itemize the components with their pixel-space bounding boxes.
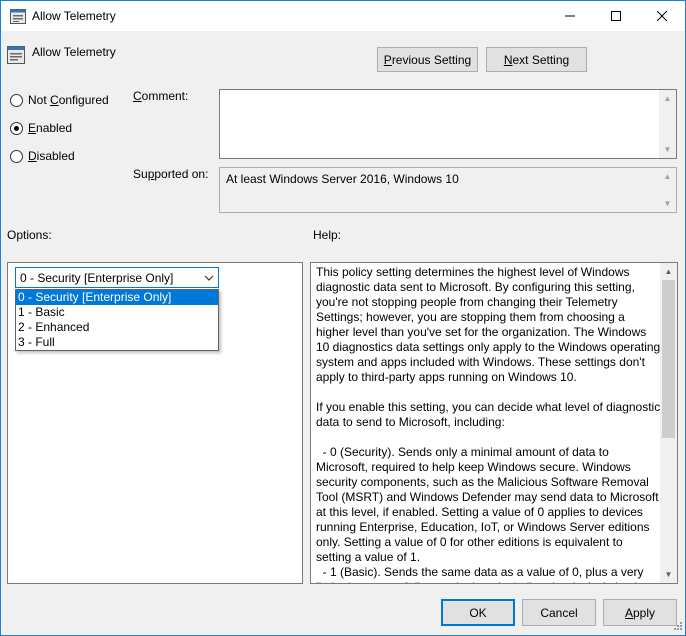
comment-label: Comment:: [133, 89, 189, 103]
title-bar: Allow Telemetry: [1, 1, 685, 31]
help-scrollbar[interactable]: ▲ ▼: [660, 263, 677, 583]
radio-enabled[interactable]: Enabled: [10, 121, 72, 135]
help-label: Help:: [313, 228, 342, 242]
help-panel: This policy setting determines the highe…: [310, 262, 678, 584]
dropdown-option[interactable]: 3 - Full: [16, 335, 218, 350]
setting-title: Allow Telemetry: [32, 45, 116, 59]
telemetry-level-value: 0 - Security [Enterprise Only]: [20, 270, 174, 285]
next-setting-button[interactable]: Next Setting: [486, 47, 587, 72]
options-label: Options:: [7, 228, 52, 242]
scroll-up-icon[interactable]: ▲: [659, 168, 676, 185]
radio-circle[interactable]: [10, 149, 23, 163]
scroll-down-icon[interactable]: ▼: [660, 566, 677, 583]
radio-circle-checked[interactable]: [10, 121, 23, 135]
policy-dialog: Allow Telemetry Allow Telemetry Previous…: [0, 0, 686, 636]
dropdown-option[interactable]: 1 - Basic: [16, 305, 218, 320]
scroll-up-icon[interactable]: ▲: [660, 263, 677, 280]
close-icon: [657, 11, 667, 21]
app-policy-icon: [10, 9, 26, 24]
comment-textarea[interactable]: ▲ ▼: [219, 89, 677, 159]
minimize-button[interactable]: [547, 1, 593, 31]
supported-on-field[interactable]: At least Windows Server 2016, Windows 10…: [219, 167, 677, 213]
close-button[interactable]: [639, 1, 685, 31]
supported-on-label: Supported on:: [133, 167, 209, 181]
help-text: This policy setting determines the highe…: [316, 265, 661, 583]
scroll-down-icon[interactable]: ▼: [659, 141, 676, 158]
maximize-icon: [611, 11, 621, 21]
supported-scrollbar[interactable]: ▲ ▼: [659, 168, 676, 212]
radio-not-configured[interactable]: Not Configured: [10, 93, 109, 107]
maximize-button[interactable]: [593, 1, 639, 31]
ok-button[interactable]: OK: [441, 599, 515, 626]
window-title: Allow Telemetry: [32, 9, 116, 23]
apply-button[interactable]: Apply: [603, 599, 677, 626]
chevron-down-icon: [204, 275, 214, 281]
radio-disabled[interactable]: Disabled: [10, 149, 75, 163]
radio-circle[interactable]: [10, 93, 23, 107]
scroll-down-icon[interactable]: ▼: [659, 195, 676, 212]
previous-setting-button[interactable]: Previous Setting: [377, 47, 478, 72]
size-grip-icon[interactable]: [671, 621, 683, 633]
dropdown-option[interactable]: 0 - Security [Enterprise Only]: [16, 290, 218, 305]
scroll-up-icon[interactable]: ▲: [659, 90, 676, 107]
scroll-thumb[interactable]: [662, 280, 675, 438]
policy-setting-icon: [7, 46, 25, 64]
dropdown-option[interactable]: 2 - Enhanced: [16, 320, 218, 335]
telemetry-level-dropdown: 0 - Security [Enterprise Only] 1 - Basic…: [15, 289, 219, 351]
cancel-button[interactable]: Cancel: [522, 599, 596, 626]
telemetry-level-select[interactable]: 0 - Security [Enterprise Only]: [15, 267, 219, 288]
minimize-icon: [565, 15, 575, 17]
comment-scrollbar[interactable]: ▲ ▼: [659, 90, 676, 158]
